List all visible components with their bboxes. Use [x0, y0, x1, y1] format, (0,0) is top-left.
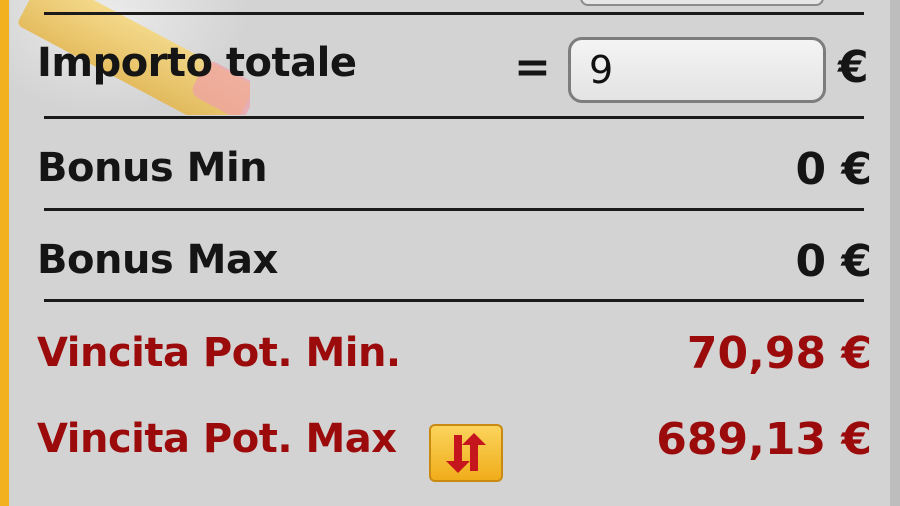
currency-sign: €	[838, 42, 869, 93]
bonus-min-label: Bonus Min	[37, 145, 268, 191]
potential-win-min-value: 70,98 €	[686, 328, 872, 379]
bonus-max-label: Bonus Max	[37, 237, 278, 283]
potential-win-max-label: Vincita Pot. Max	[37, 416, 397, 462]
previous-field-edge	[580, 0, 824, 6]
swap-button[interactable]	[429, 424, 503, 482]
accent-bar	[0, 0, 9, 506]
potential-win-max-value: 689,13 €	[656, 414, 872, 465]
bonus-min-value: 0 €	[795, 144, 872, 195]
separator	[44, 12, 864, 15]
bonus-max-value: 0 €	[795, 236, 872, 287]
equals-sign: =	[514, 42, 551, 93]
swap-arrows-icon	[446, 433, 486, 473]
panel-edge	[890, 0, 900, 506]
potential-win-min-label: Vincita Pot. Min.	[37, 330, 401, 376]
separator	[44, 208, 864, 211]
separator	[44, 116, 864, 119]
total-amount-label: Importo totale	[37, 40, 357, 86]
separator	[44, 299, 864, 302]
total-amount-input[interactable]	[568, 37, 826, 103]
